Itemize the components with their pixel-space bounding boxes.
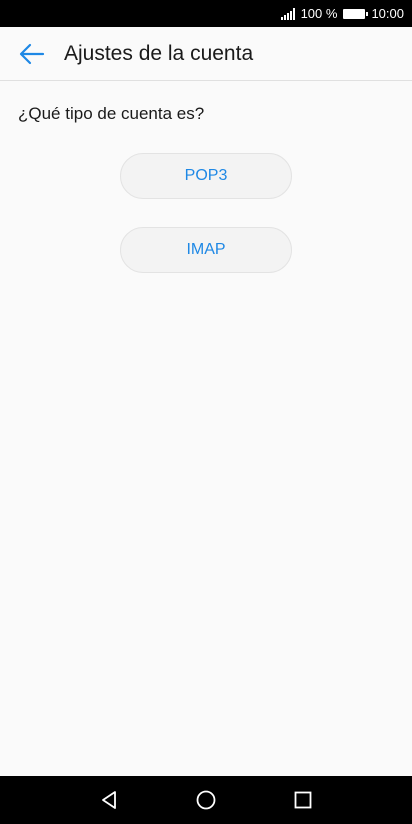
arrow-back-icon xyxy=(19,43,45,64)
account-type-question: ¿Qué tipo de cuenta es? xyxy=(18,104,205,123)
nav-recents-button[interactable] xyxy=(283,780,323,820)
nav-back-button[interactable] xyxy=(89,780,129,820)
battery-percentage: 100 % xyxy=(300,6,338,21)
recents-square-icon xyxy=(294,791,312,809)
back-triangle-icon xyxy=(101,791,116,809)
back-button[interactable] xyxy=(18,40,46,68)
imap-button[interactable]: IMAP xyxy=(120,227,292,273)
page-title: Ajustes de la cuenta xyxy=(64,41,254,65)
battery-icon xyxy=(343,8,369,19)
home-circle-icon xyxy=(196,790,216,810)
clock: 10:00 xyxy=(371,6,404,21)
nav-home-button[interactable] xyxy=(186,780,226,820)
status-bar: 100 % 10:00 xyxy=(0,0,412,27)
app-bar: Ajustes de la cuenta xyxy=(0,27,412,81)
signal-icon xyxy=(280,7,296,20)
navigation-bar xyxy=(0,776,412,824)
pop3-button[interactable]: POP3 xyxy=(120,153,292,199)
